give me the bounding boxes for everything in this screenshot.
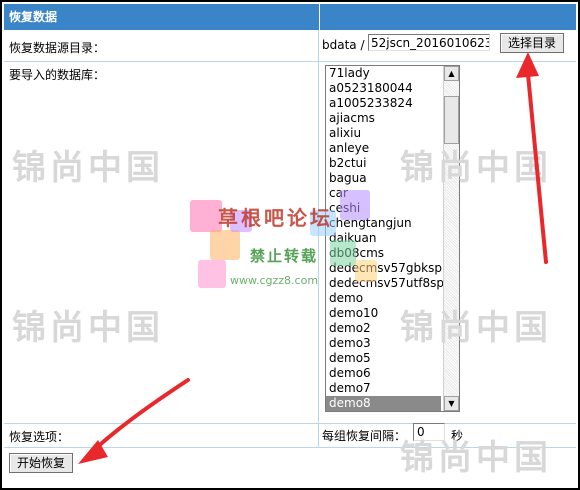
interval-input[interactable]: 0 — [413, 423, 445, 441]
interval-unit: 秒 — [451, 429, 464, 443]
database-list-item[interactable]: demo8 — [326, 396, 441, 411]
source-dir-label: 恢复数据源目录： — [9, 41, 106, 55]
scroll-thumb[interactable] — [444, 96, 459, 144]
listbox-scrollbar[interactable]: ▲ ▼ — [443, 66, 459, 411]
database-list-item[interactable]: b2ctui — [326, 156, 441, 171]
database-list-item[interactable]: dedecmsv57utf8sp1 — [326, 276, 452, 291]
start-restore-button[interactable]: 开始恢复 — [9, 453, 73, 473]
database-list-item[interactable]: a0523180044 — [326, 81, 441, 96]
database-list-items: 71lady a0523180044 a1005233824 ajiacms alixi… — [326, 66, 452, 411]
database-list-item[interactable]: ajiacms — [326, 111, 441, 126]
database-list-item[interactable]: 71lady — [326, 66, 441, 81]
panel-header: 恢复数据 — [4, 4, 576, 30]
database-row: 要导入的数据库： — [4, 61, 576, 424]
database-list-item[interactable]: dedecmsv57gbksp1 — [326, 261, 450, 276]
options-label: 恢复选项： — [9, 430, 70, 444]
database-list-item[interactable]: chengtangjun — [326, 216, 441, 231]
database-list-item[interactable]: alixiu — [326, 126, 441, 141]
select-directory-button[interactable]: 选择目录 — [500, 33, 564, 53]
database-label: 要导入的数据库： — [9, 68, 106, 82]
database-list-item[interactable]: car — [326, 186, 441, 201]
database-listbox[interactable]: 71lady a0523180044 a1005233824 ajiacms alixi… — [325, 65, 460, 412]
database-list-item[interactable]: ceshi — [326, 201, 441, 216]
scroll-up-icon[interactable]: ▲ — [444, 66, 459, 81]
database-list-item[interactable]: anleye — [326, 141, 441, 156]
database-list-item[interactable]: demo3 — [326, 336, 441, 351]
database-list-item[interactable]: daikuan — [326, 231, 441, 246]
database-list-item[interactable]: demo7 — [326, 381, 441, 396]
database-list-item[interactable]: bagua — [326, 171, 441, 186]
database-list-item[interactable]: db08cms — [326, 246, 441, 261]
database-list-item[interactable]: demo6 — [326, 366, 441, 381]
source-dir-input[interactable]: 52jscn_20160106235 — [368, 34, 490, 51]
database-list-item[interactable]: demo — [326, 291, 441, 306]
source-dir-prefix: bdata / — [322, 38, 365, 52]
database-list-item[interactable]: a1005233824 — [326, 96, 441, 111]
panel-title: 恢复数据 — [4, 4, 320, 30]
database-list-item[interactable]: demo10 — [326, 306, 441, 321]
restore-panel: 恢复数据 恢复数据源目录： 要导入的数据库： 恢复选项： — [0, 0, 580, 490]
database-list-item[interactable]: demo2 — [326, 321, 441, 336]
interval-label: 每组恢复间隔： — [322, 429, 407, 443]
database-list-item[interactable]: demo5 — [326, 351, 441, 366]
scroll-down-icon[interactable]: ▼ — [444, 396, 459, 411]
source-dir-row: 恢复数据源目录： — [4, 30, 576, 62]
options-row: 恢复选项： — [4, 423, 576, 448]
